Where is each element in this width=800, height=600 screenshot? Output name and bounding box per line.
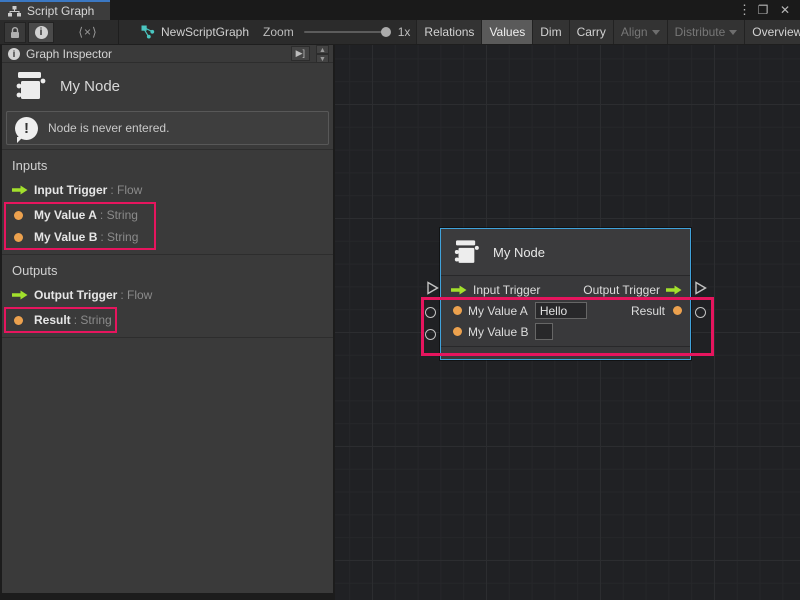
- tab-title: Script Graph: [27, 4, 94, 18]
- panel-title: Graph Inspector: [26, 47, 112, 61]
- flow-in-label: Input Trigger: [473, 283, 540, 297]
- node-title-text: My Node: [60, 78, 120, 95]
- code-icon: ⟨×⟩: [78, 25, 97, 39]
- scroll-down-icon[interactable]: ▼: [316, 54, 329, 63]
- flow-port-icon: [12, 290, 28, 300]
- inspector-input-row: My Value A : String: [6, 204, 154, 226]
- graph-reference[interactable]: NewScriptGraph: [141, 25, 249, 39]
- flow-port-icon: [12, 185, 28, 195]
- flow-input-port[interactable]: [426, 281, 439, 295]
- unit-node-icon: [451, 238, 481, 266]
- zoom-label: Zoom: [263, 25, 294, 39]
- graph-inspector-header: i Graph Inspector ▶] ▲ ▼: [2, 45, 333, 63]
- outputs-section: Outputs Output Trigger : Flow Result : S…: [2, 255, 333, 333]
- inputs-heading: Inputs: [2, 154, 333, 179]
- warning-text: Node is never entered.: [48, 121, 169, 135]
- title-bar: Script Graph ⋮ ❐ ✕: [0, 0, 800, 20]
- inspector-output-row: Output Trigger : Flow: [2, 284, 333, 306]
- value-port-icon: [14, 233, 23, 242]
- inspector-output-row: Result : String: [6, 309, 115, 331]
- inspector-input-row: My Value B : String: [6, 226, 154, 248]
- flow-output-port[interactable]: [694, 281, 707, 295]
- toolbar-divider: [118, 20, 119, 45]
- relations-button[interactable]: Relations: [416, 20, 481, 45]
- value-port-icon: [14, 211, 23, 220]
- warning-icon: !: [15, 117, 38, 140]
- script-graph-asset-icon: [141, 25, 155, 39]
- node-title-text: My Node: [493, 245, 545, 260]
- script-graph-window: Script Graph ⋮ ❐ ✕ i ⟨×⟩: [0, 0, 800, 600]
- lock-button[interactable]: [4, 22, 26, 43]
- unit-node-icon: [12, 70, 48, 102]
- dock-icon[interactable]: ▶]: [291, 46, 310, 61]
- maximize-icon[interactable]: ❐: [754, 3, 772, 17]
- flow-out-label: Output Trigger: [583, 283, 660, 297]
- panel-scroll-arrows: ▲ ▼: [316, 45, 329, 63]
- tab-script-graph[interactable]: Script Graph: [0, 0, 110, 20]
- zoom-slider-handle[interactable]: [381, 27, 391, 37]
- distribute-button[interactable]: Distribute: [667, 20, 745, 45]
- info-icon: i: [35, 26, 48, 39]
- code-view-button[interactable]: ⟨×⟩: [68, 22, 108, 43]
- inspector-panel-column: i Graph Inspector ▶] ▲ ▼: [0, 45, 335, 600]
- inspected-node-title: My Node: [2, 63, 333, 107]
- zoom-value: 1x: [398, 25, 411, 39]
- graph-canvas[interactable]: My Node Input Trigger Output Trigger My …: [335, 45, 800, 600]
- dropdown-caret-icon: [729, 30, 737, 35]
- inspector-input-row: Input Trigger : Flow: [2, 179, 333, 201]
- section-divider: [2, 337, 333, 338]
- node-header[interactable]: My Node: [441, 229, 690, 276]
- carry-button[interactable]: Carry: [569, 20, 613, 45]
- graph-toolbar: i ⟨×⟩ NewScriptGraph Zoom 1x Relations V…: [0, 20, 800, 45]
- graph-inspector-panel: i Graph Inspector ▶] ▲ ▼: [0, 45, 333, 593]
- highlight-box-inputs: My Value A : String My Value B : String: [4, 202, 156, 250]
- highlight-box-result: Result : String: [4, 307, 117, 333]
- info-icon: i: [8, 48, 20, 60]
- scroll-up-icon[interactable]: ▲: [316, 45, 329, 54]
- value-port-icon: [14, 316, 23, 325]
- outputs-heading: Outputs: [2, 259, 333, 284]
- overview-button[interactable]: Overview: [744, 20, 800, 45]
- window-controls: ⋮ ❐ ✕: [738, 0, 800, 20]
- inputs-section: Inputs Input Trigger : Flow My Value A :…: [2, 150, 333, 250]
- lock-icon: [9, 26, 21, 39]
- graph-name: NewScriptGraph: [161, 25, 249, 39]
- align-button[interactable]: Align: [613, 20, 667, 45]
- dim-button[interactable]: Dim: [532, 20, 568, 45]
- highlight-box-node-values: [421, 297, 714, 356]
- inspector-toggle-button[interactable]: i: [28, 22, 54, 43]
- values-button[interactable]: Values: [481, 20, 532, 45]
- toolbar-toggles: Relations Values Dim Carry Align Distrib…: [416, 20, 800, 45]
- flow-port-icon: [666, 285, 682, 295]
- flow-port-icon: [451, 285, 467, 295]
- menu-icon[interactable]: ⋮: [738, 2, 750, 18]
- close-icon[interactable]: ✕: [776, 3, 794, 17]
- zoom-slider[interactable]: [304, 31, 390, 33]
- dropdown-caret-icon: [652, 30, 660, 35]
- warning-box: ! Node is never entered.: [6, 111, 329, 145]
- graph-hierarchy-icon: [8, 6, 21, 17]
